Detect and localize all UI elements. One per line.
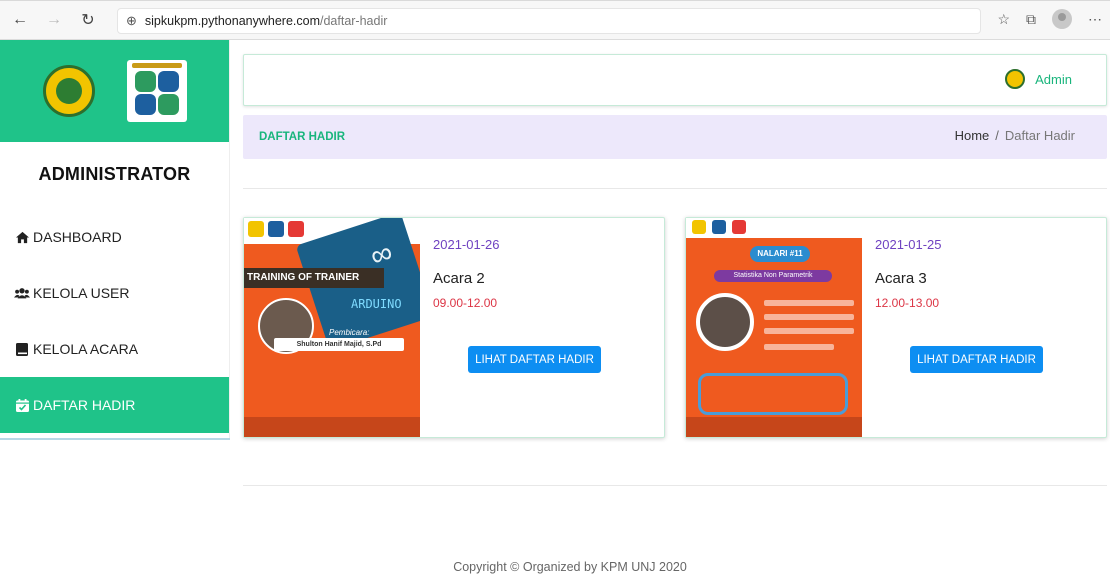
book-icon — [14, 342, 30, 356]
view-attendance-button[interactable]: LIHAT DAFTAR HADIR — [910, 346, 1043, 373]
breadcrumb: Home / Daftar Hadir — [955, 128, 1075, 143]
poster-heading: NALARI #11 — [750, 246, 810, 262]
event-date: 2021-01-26 — [433, 237, 500, 252]
event-poster-image: ∞ TRAINING OF TRAINER ARDUINO Pembicara:… — [244, 218, 420, 437]
globe-icon: ⊕ — [126, 13, 137, 28]
favorites-icon[interactable]: ☆ — [997, 11, 1010, 28]
sidebar-item-label: DASHBOARD — [33, 229, 122, 245]
event-name: Acara 2 — [433, 270, 485, 287]
user-avatar — [1005, 69, 1026, 89]
browser-toolbar: ← → ↻ ⊕ sipkukpm.pythonanywhere.com/daft… — [0, 0, 1110, 40]
sidebar-divider — [0, 438, 230, 440]
page-title: DAFTAR HADIR — [259, 131, 346, 143]
url-domain: sipkukpm.pythonanywhere.com — [144, 14, 320, 28]
user-menu[interactable]: Admin — [1005, 69, 1072, 89]
event-time: 09.00-12.00 — [433, 296, 498, 310]
sidebar-item-kelola-acara[interactable]: KELOLA ACARA — [0, 321, 229, 377]
event-name: Acara 3 — [875, 270, 927, 287]
sidebar-brand — [0, 40, 229, 142]
poster-speaker-caption: Pembicara: — [329, 328, 370, 337]
sidebar-item-label: KELOLA USER — [33, 285, 130, 301]
breadcrumb-home-link[interactable]: Home — [955, 128, 990, 143]
event-time: 12.00-13.00 — [875, 296, 940, 310]
view-attendance-button[interactable]: LIHAT DAFTAR HADIR — [468, 346, 601, 373]
breadcrumb-current: Daftar Hadir — [1004, 128, 1075, 143]
users-icon — [14, 287, 30, 299]
url-path: /daftar-hadir — [320, 14, 388, 28]
back-arrow-icon[interactable]: ← — [6, 6, 34, 34]
poster-heading: TRAINING OF TRAINER — [244, 268, 384, 288]
content-divider-top — [243, 188, 1107, 189]
breadcrumb-separator: / — [995, 128, 999, 143]
event-card-body: 2021-01-26 Acara 2 09.00-12.00 LIHAT DAF… — [420, 218, 664, 437]
refresh-icon[interactable]: ↻ — [74, 6, 102, 34]
poster-subject: ARDUINO — [348, 296, 405, 312]
forward-arrow-icon[interactable]: → — [40, 6, 68, 34]
kpm-logo — [126, 60, 187, 122]
poster-subject: Statistika Non Parametrik — [714, 270, 832, 282]
sidebar-item-kelola-user[interactable]: KELOLA USER — [0, 265, 229, 321]
user-name: Admin — [1035, 71, 1072, 87]
event-card-body: 2021-01-25 Acara 3 12.00-13.00 LIHAT DAF… — [862, 218, 1106, 437]
speaker-photo — [696, 293, 754, 351]
top-navbar: Admin — [243, 54, 1107, 106]
address-bar[interactable]: ⊕ sipkukpm.pythonanywhere.com/daftar-had… — [117, 8, 981, 34]
page-header: DAFTAR HADIR Home / Daftar Hadir — [243, 115, 1107, 159]
collections-icon[interactable]: ⧉ — [1026, 11, 1036, 28]
browser-actions: ☆ ⧉ ⋯ — [997, 9, 1102, 29]
sidebar-item-dashboard[interactable]: DASHBOARD — [0, 209, 229, 265]
unj-logo — [42, 65, 95, 117]
sidebar-item-label: DAFTAR HADIR — [33, 397, 136, 413]
sidebar-menu: DASHBOARD KELOLA USER KELOLA ACARA DAFTA… — [0, 209, 229, 433]
event-date: 2021-01-25 — [875, 237, 942, 252]
sidebar-title: ADMINISTRATOR — [38, 164, 191, 184]
home-icon — [14, 231, 30, 244]
footer-copyright: Copyright © Organized by KPM UNJ 2020 — [453, 560, 687, 574]
sidebar-item-daftar-hadir[interactable]: DAFTAR HADIR — [0, 377, 229, 433]
event-poster-image: NALARI #11 Statistika Non Parametrik — [686, 218, 862, 437]
more-options-icon[interactable]: ⋯ — [1088, 11, 1102, 28]
content-divider-bottom — [243, 485, 1107, 486]
sidebar: ADMINISTRATOR DASHBOARD KELOLA USER KELO… — [0, 40, 230, 440]
poster-speaker-name: Shulton Hanif Majid, S.Pd — [274, 338, 404, 351]
profile-avatar-icon[interactable] — [1052, 9, 1072, 29]
event-card: ∞ TRAINING OF TRAINER ARDUINO Pembicara:… — [243, 217, 665, 438]
event-card: NALARI #11 Statistika Non Parametrik 202… — [685, 217, 1107, 438]
sidebar-item-label: KELOLA ACARA — [33, 341, 139, 357]
calendar-check-icon — [14, 398, 30, 412]
